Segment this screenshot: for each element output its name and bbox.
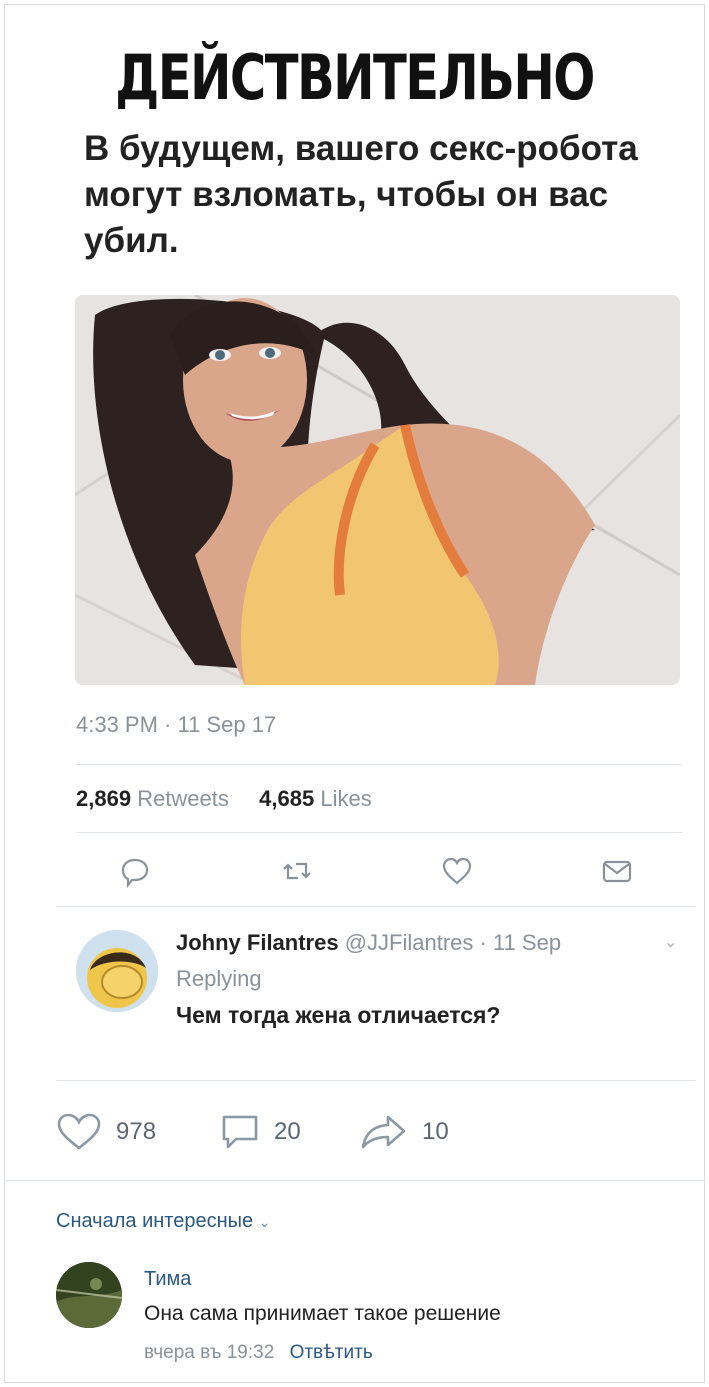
reply-author-name[interactable]: Johny Filantres [176, 930, 339, 955]
retweets-label[interactable]: Retweets [137, 786, 229, 811]
tweet-stats: 2,869 Retweets 4,685 Likes [76, 786, 372, 812]
meme-headline: ДЕЙСТВИТЕЛЬНО [115, 41, 595, 114]
chevron-down-icon: ⌄ [258, 1214, 271, 1230]
message-icon[interactable] [600, 854, 634, 888]
divider [56, 906, 696, 907]
reply-icon[interactable] [118, 854, 152, 889]
comment-text: Она сама принимает такое решение [144, 1302, 501, 1325]
tweet-text: В будущем, вашего секс-робота могут взло… [84, 129, 638, 260]
reply-date: · 11 Sep [479, 930, 562, 955]
shares-count: 10 [422, 1118, 449, 1145]
divider [56, 1080, 696, 1081]
avatar[interactable] [76, 930, 158, 1012]
likes-count: 978 [116, 1118, 157, 1145]
likes-label[interactable]: Likes [320, 786, 371, 811]
replying-label: Replying [176, 966, 262, 991]
comment-time[interactable]: вчера въ 19:32 [144, 1342, 274, 1363]
comments-sort-dropdown[interactable]: Сначала интересные ⌄ [56, 1210, 270, 1233]
tweet-timestamp: 4:33 PM · 11 Sep 17 [76, 712, 277, 737]
reply-text: Чем тогда жена отличается? [176, 1002, 501, 1028]
photo-illustration [75, 295, 680, 685]
avatar[interactable] [56, 1262, 122, 1328]
divider [76, 832, 682, 833]
likes-count[interactable]: 4,685 [259, 786, 314, 811]
share-icon [361, 1115, 406, 1149]
sort-label: Сначала интересные [56, 1210, 254, 1232]
tweet-photo[interactable] [75, 295, 680, 685]
divider [76, 764, 682, 765]
heart-icon [57, 1113, 101, 1150]
comment-author[interactable]: Тима [144, 1268, 191, 1291]
comment-meta: вчера въ 19:32 Отвѣтить [144, 1342, 373, 1364]
reply-author-handle[interactable]: @JJFilantres [345, 930, 474, 955]
comment-icon [222, 1115, 258, 1149]
chevron-down-icon[interactable]: ⌄ [664, 932, 677, 952]
comment-button[interactable]: 20 [220, 1112, 301, 1152]
like-button[interactable]: 978 [56, 1112, 156, 1152]
like-icon[interactable] [440, 854, 474, 888]
retweet-icon[interactable] [280, 854, 314, 888]
divider [4, 1180, 705, 1181]
share-button[interactable]: 10 [360, 1112, 449, 1152]
reply-header: Johny Filantres @JJFilantres · 11 Sep [176, 930, 561, 956]
comments-count: 20 [274, 1118, 301, 1145]
retweets-count[interactable]: 2,869 [76, 786, 131, 811]
reply-link[interactable]: Отвѣтить [290, 1342, 373, 1363]
